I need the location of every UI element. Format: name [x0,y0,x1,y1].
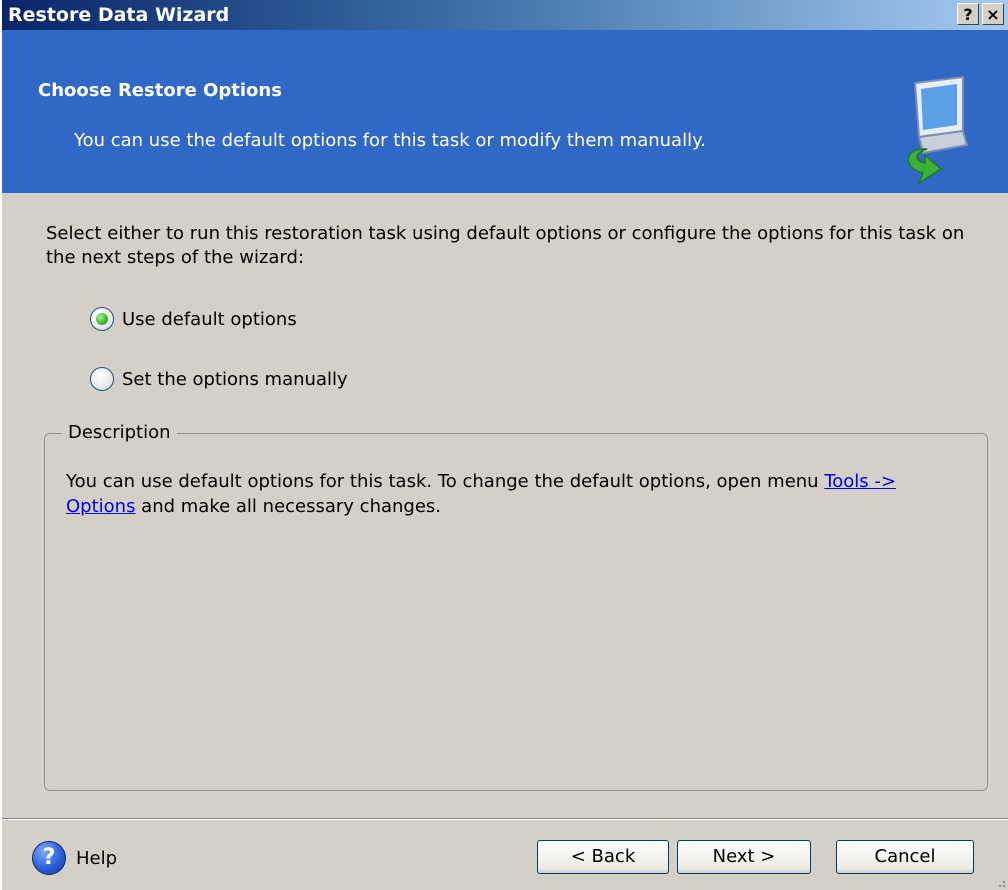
title-bar[interactable]: Restore Data Wizard ? × [2,0,1008,30]
footer-separator [2,818,1008,820]
resize-grip-icon[interactable] [994,876,1006,888]
page-subtitle: You can use the default options for this… [74,130,706,151]
use-default-options-label[interactable]: Use default options [122,309,297,330]
help-label[interactable]: Help [76,848,117,869]
window-title: Restore Data Wizard [8,4,230,26]
next-button[interactable]: Next > [677,840,811,874]
set-options-manually-label[interactable]: Set the options manually [122,369,348,390]
radio-button-unselected[interactable] [90,367,114,391]
radio-button-selected[interactable] [90,307,114,331]
use-default-options-radio[interactable]: Use default options [90,304,297,334]
description-text-start: You can use default options for this tas… [66,471,825,492]
description-legend: Description [62,422,177,443]
radio-selected-dot [96,313,108,325]
description-text: You can use default options for this tas… [66,469,971,519]
context-help-button[interactable]: ? [957,3,979,25]
description-text-end: and make all necessary changes. [135,496,442,517]
set-options-manually-radio[interactable]: Set the options manually [90,364,348,394]
close-button[interactable]: × [982,3,1004,25]
back-button[interactable]: < Back [537,840,669,874]
help-button[interactable]: ? Help [32,841,117,875]
computer-restore-icon [907,75,969,185]
wizard-header: Choose Restore Options You can use the d… [2,30,1008,193]
help-icon[interactable]: ? [32,841,66,875]
cancel-button[interactable]: Cancel [836,840,974,874]
restore-data-wizard-window: Restore Data Wizard ? × Choose Restore O… [0,0,1008,890]
intro-text: Select either to run this restoration ta… [46,223,965,268]
page-title: Choose Restore Options [38,80,282,101]
